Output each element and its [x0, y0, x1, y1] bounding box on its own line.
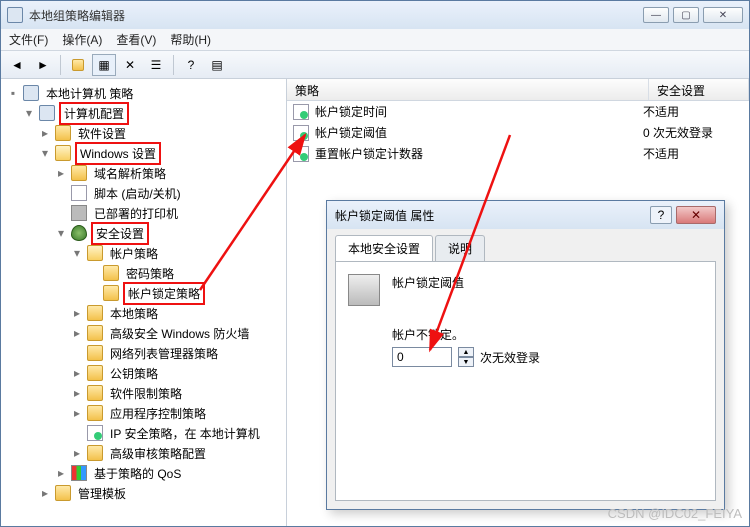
tree-software-settings[interactable]: ▸软件设置: [39, 123, 286, 143]
list-row[interactable]: 帐户锁定时间 不适用: [287, 101, 749, 122]
script-icon: [71, 185, 87, 201]
dialog-title: 帐户锁定阈值 属性: [335, 207, 650, 224]
dialog-help-button[interactable]: ?: [650, 206, 672, 224]
separator: [60, 55, 61, 75]
menu-action[interactable]: 操作(A): [62, 31, 102, 48]
property-name: 帐户锁定阈值: [392, 274, 464, 291]
toolbar: ◄ ► ▦ ✕ ☰ ? ▤: [1, 51, 749, 79]
close-button[interactable]: ✕: [703, 7, 743, 23]
col-setting[interactable]: 安全设置: [649, 79, 749, 100]
policy-value: 不适用: [643, 103, 743, 120]
properties-button[interactable]: ☰: [144, 54, 168, 76]
minimize-button[interactable]: —: [643, 7, 669, 23]
policy-icon: [293, 104, 309, 120]
tab-local-settings[interactable]: 本地安全设置: [335, 235, 433, 261]
list-row[interactable]: 重置帐户锁定计数器 不适用: [287, 143, 749, 164]
folder-icon: [87, 245, 103, 261]
help-button[interactable]: ?: [179, 54, 203, 76]
computer-icon: [23, 85, 39, 101]
dialog-titlebar: 帐户锁定阈值 属性 ? ✕: [327, 201, 724, 229]
titlebar: 本地组策略编辑器 — ▢ ✕: [1, 1, 749, 29]
tree-pane[interactable]: ▪本地计算机 策略 ▾计算机配置 ▸软件设置 ▾Windows 设置 ▸域名解析…: [1, 79, 287, 526]
tree-audit[interactable]: ▸高级审核策略配置: [71, 443, 286, 463]
folder-icon: [103, 285, 119, 301]
folder-icon: [87, 385, 103, 401]
tree-firewall[interactable]: ▸高级安全 Windows 防火墙: [71, 323, 286, 343]
menu-view[interactable]: 查看(V): [116, 31, 156, 48]
tree-public-key[interactable]: ▸公钥策略: [71, 363, 286, 383]
tree-admin-templates[interactable]: ▸管理模板: [39, 483, 286, 503]
properties-dialog: 帐户锁定阈值 属性 ? ✕ 本地安全设置 说明 帐户锁定阈值 帐户不锁定。 ▲ …: [326, 200, 725, 510]
ipsec-icon: [87, 425, 103, 441]
tree-dns-policy[interactable]: ▸域名解析策略: [55, 163, 286, 183]
server-icon: [348, 274, 380, 306]
computer-icon: [39, 105, 55, 121]
folder-icon: [55, 145, 71, 161]
tree-windows-settings[interactable]: ▾Windows 设置: [39, 143, 286, 163]
nolock-text: 帐户不锁定。: [392, 326, 703, 343]
folder-icon: [87, 445, 103, 461]
tree-local-policy[interactable]: ▸本地策略: [71, 303, 286, 323]
show-hide-button[interactable]: ▦: [92, 54, 116, 76]
folder-icon: [87, 365, 103, 381]
folder-icon: [87, 325, 103, 341]
tree-network-list[interactable]: 网络列表管理器策略: [71, 343, 286, 363]
menubar: 文件(F) 操作(A) 查看(V) 帮助(H): [1, 29, 749, 51]
dialog-close-button[interactable]: ✕: [676, 206, 716, 224]
up-button[interactable]: [66, 54, 90, 76]
list-header: 策略 安全设置: [287, 79, 749, 101]
shield-icon: [71, 225, 87, 241]
tab-description[interactable]: 说明: [435, 235, 485, 261]
back-button[interactable]: ◄: [5, 54, 29, 76]
folder-icon: [87, 305, 103, 321]
tree-qos[interactable]: ▸基于策略的 QoS: [55, 463, 286, 483]
tree-security-settings[interactable]: ▾安全设置: [55, 223, 286, 243]
folder-icon: [87, 345, 103, 361]
tree-scripts[interactable]: 脚本 (启动/关机): [55, 183, 286, 203]
folder-icon: [87, 405, 103, 421]
folder-icon: [71, 165, 87, 181]
maximize-button[interactable]: ▢: [673, 7, 699, 23]
policy-value: 0 次无效登录: [643, 124, 743, 141]
menu-file[interactable]: 文件(F): [9, 31, 48, 48]
tree-lockout-policy[interactable]: 帐户锁定策略: [87, 283, 286, 303]
policy-name: 重置帐户锁定计数器: [315, 145, 637, 162]
tree-account-policy[interactable]: ▾帐户策略: [71, 243, 286, 263]
policy-icon: [293, 146, 309, 162]
policy-name: 帐户锁定阈值: [315, 124, 637, 141]
dialog-tabs: 本地安全设置 说明: [327, 229, 724, 261]
window-title: 本地组策略编辑器: [29, 7, 643, 24]
folder-icon: [55, 485, 71, 501]
chart-icon: [71, 465, 87, 481]
export-button[interactable]: ▤: [205, 54, 229, 76]
spin-down[interactable]: ▼: [458, 357, 474, 367]
folder-icon: [55, 125, 71, 141]
tree-password-policy[interactable]: 密码策略: [87, 263, 286, 283]
policy-name: 帐户锁定时间: [315, 103, 637, 120]
forward-button[interactable]: ►: [31, 54, 55, 76]
dialog-body: 帐户锁定阈值 帐户不锁定。 ▲ ▼ 次无效登录: [335, 261, 716, 501]
list-row-selected[interactable]: 帐户锁定阈值 0 次无效登录: [287, 122, 749, 143]
policy-icon: [293, 125, 309, 141]
tree-app-control[interactable]: ▸应用程序控制策略: [71, 403, 286, 423]
tree-software-restrict[interactable]: ▸软件限制策略: [71, 383, 286, 403]
separator: [173, 55, 174, 75]
tree-ipsec[interactable]: IP 安全策略，在 本地计算机: [71, 423, 286, 443]
unit-label: 次无效登录: [480, 349, 540, 366]
tree-printers[interactable]: 已部署的打印机: [55, 203, 286, 223]
col-policy[interactable]: 策略: [287, 79, 649, 100]
folder-icon: [103, 265, 119, 281]
threshold-input[interactable]: [392, 347, 452, 367]
delete-button[interactable]: ✕: [118, 54, 142, 76]
printer-icon: [71, 205, 87, 221]
policy-value: 不适用: [643, 145, 743, 162]
menu-help[interactable]: 帮助(H): [170, 31, 211, 48]
spin-up[interactable]: ▲: [458, 347, 474, 357]
tree-computer-config[interactable]: ▾计算机配置: [23, 103, 286, 123]
app-icon: [7, 7, 23, 23]
tree-root[interactable]: ▪本地计算机 策略: [7, 83, 286, 103]
